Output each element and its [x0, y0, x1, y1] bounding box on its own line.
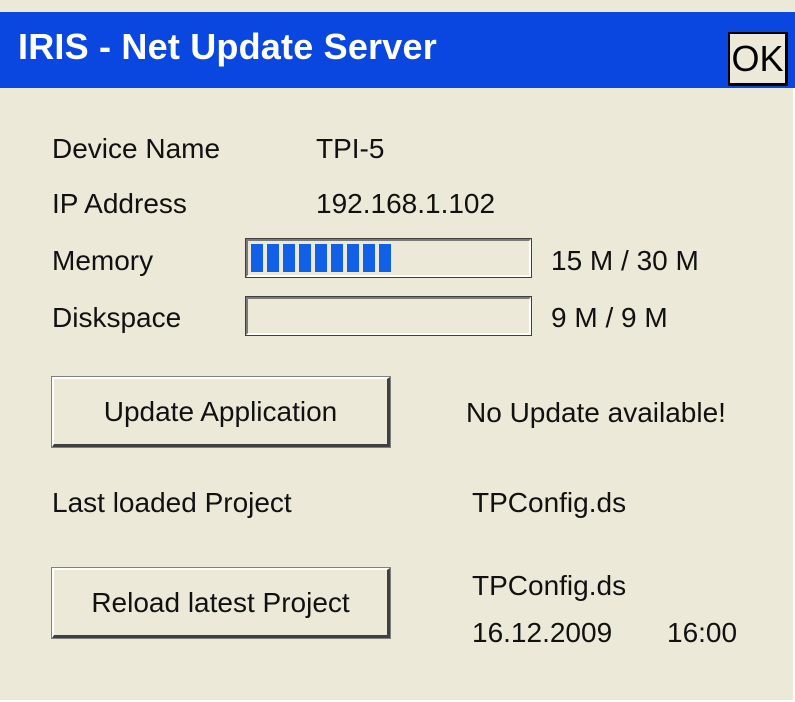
memory-progress-segment [251, 244, 263, 272]
memory-progress-fill [251, 244, 391, 272]
memory-progress-segment [331, 244, 343, 272]
device-name-label: Device Name [52, 133, 221, 164]
last-loaded-project-value: TPConfig.ds [472, 487, 627, 518]
memory-progress-segment [267, 244, 279, 272]
title-bar: IRIS - Net Update Server OK [0, 12, 795, 88]
latest-project-name: TPConfig.ds [472, 570, 627, 601]
memory-value: 15 M / 30 M [551, 245, 699, 276]
ip-address-label: IP Address [52, 188, 187, 219]
window-title: IRIS - Net Update Server [18, 26, 437, 67]
memory-progress-segment [379, 244, 391, 272]
net-update-window: IRIS - Net Update Server OK Device Name … [0, 0, 795, 702]
ip-address-value: 192.168.1.102 [316, 188, 496, 219]
latest-project-date: 16.12.2009 [472, 617, 613, 648]
memory-progress-segment [283, 244, 295, 272]
diskspace-progress-bar [245, 296, 532, 336]
update-application-button[interactable]: Update Application [51, 376, 391, 448]
latest-project-time: 16:00 [667, 617, 738, 648]
window-top-edge [0, 0, 795, 12]
last-loaded-project-label: Last loaded Project [52, 487, 292, 518]
device-name-value: TPI-5 [316, 133, 385, 164]
memory-progress-segment [347, 244, 359, 272]
memory-progress-bar [245, 238, 532, 278]
reload-latest-project-button[interactable]: Reload latest Project [51, 567, 391, 639]
ok-button[interactable]: OK [728, 32, 788, 86]
diskspace-label: Diskspace [52, 302, 182, 333]
memory-progress-segment [315, 244, 327, 272]
memory-progress-segment [363, 244, 375, 272]
memory-progress-segment [299, 244, 311, 272]
diskspace-value: 9 M / 9 M [551, 302, 668, 333]
memory-label: Memory [52, 245, 154, 276]
update-status-text: No Update available! [466, 397, 726, 428]
